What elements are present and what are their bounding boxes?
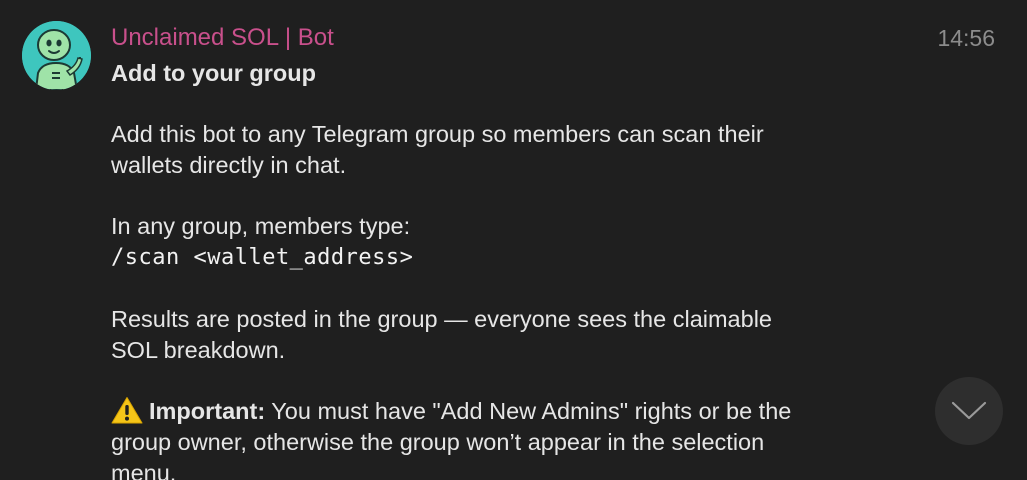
text-span: You must have "Add New Admins" rights or…	[265, 398, 792, 424]
warning-icon	[111, 396, 143, 424]
sender-name[interactable]: Unclaimed SOL | Bot	[111, 23, 334, 53]
chevron-down-icon	[951, 401, 987, 420]
text-line: Add this bot to any Telegram group so me…	[111, 121, 764, 147]
text-line: menu.	[111, 460, 177, 480]
text-line: Important: You must have "Add New Admins…	[111, 396, 891, 427]
chat-message: Unclaimed SOL | Bot 14:56 Add to your gr…	[0, 0, 1027, 480]
text-line: SOL breakdown.	[111, 337, 286, 363]
robot-mascot-icon	[22, 21, 91, 90]
text-line: group owner, otherwise the group won’t a…	[111, 429, 765, 455]
message-paragraph-results: Results are posted in the group — everyo…	[111, 304, 891, 366]
scan-command-code[interactable]: /scan <wallet_address>	[111, 242, 891, 273]
text-line: In any group, members type:	[111, 213, 411, 239]
bot-avatar[interactable]	[22, 21, 91, 90]
message-paragraph-important: Important: You must have "Add New Admins…	[111, 396, 891, 480]
text-line: Results are posted in the group — everyo…	[111, 306, 772, 332]
scroll-to-bottom-button[interactable]	[935, 377, 1003, 445]
message-heading: Add to your group	[111, 60, 316, 86]
message-paragraph-intro: Add this bot to any Telegram group so me…	[111, 119, 891, 181]
message-timestamp: 14:56	[937, 25, 995, 51]
text-line: wallets directly in chat.	[111, 152, 347, 178]
message-paragraph-usage: In any group, members type: /scan <walle…	[111, 211, 891, 273]
important-label: Important:	[149, 398, 266, 424]
